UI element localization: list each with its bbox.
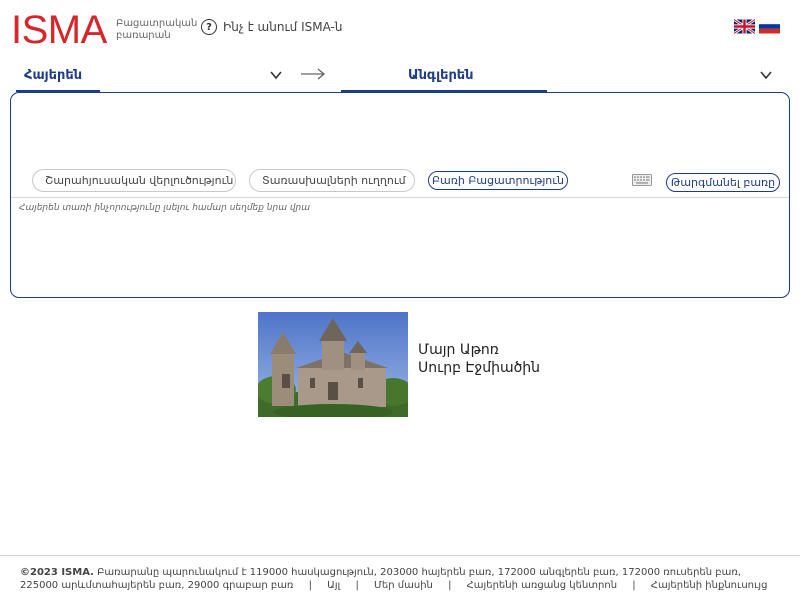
arrow-right-icon[interactable] (300, 67, 326, 81)
translation-editor: Շարահյուսական վերլուծություն abc Տառասխա… (10, 92, 790, 298)
footer-divider (0, 555, 800, 556)
feature-caption-line1: Մայր Աթոռ (418, 342, 499, 358)
target-language-label: Անգլերեն (408, 68, 474, 83)
chevron-down-icon[interactable] (270, 69, 282, 81)
spell-check-button[interactable]: abc Տառասխալների ուղղում (249, 169, 415, 192)
footer-link-other[interactable]: Այլ (327, 580, 340, 591)
pronunciation-hint: Հայերեն տառի ինչորությունը լսելու համար … (19, 203, 311, 213)
about-link[interactable]: ? Ինչ է անում ISMA-ն (201, 19, 342, 35)
logo-subtitle-line2: բառարան (116, 30, 171, 41)
footer-separator: | (632, 580, 636, 591)
spell-check-label: Տառասխալների ուղղում (262, 174, 406, 187)
word-explanation-label: Բառի Բացատրություն (431, 174, 565, 187)
isma-logo[interactable]: ISMA (11, 8, 107, 52)
chevron-down-icon[interactable] (760, 69, 772, 81)
footer-link-online-center[interactable]: Հայերենի առցանց կենտրոն (467, 580, 617, 591)
feature-caption[interactable]: Մայր Աթոռ Սուրբ Էջմիածին (418, 341, 540, 377)
syntax-analysis-label: Շարահյուսական վերլուծություն (45, 174, 234, 187)
word-explanation-button[interactable]: Բառի Բացատրություն (428, 171, 568, 190)
logo-subtitle: Բացատրական բառարան (116, 18, 200, 42)
keyboard-icon[interactable] (632, 174, 652, 186)
syntax-analysis-button[interactable]: Շարահյուսական վերլուծություն (32, 169, 236, 192)
russian-flag-icon[interactable] (759, 19, 780, 34)
editor-divider (11, 197, 789, 198)
footer-copyright: ©2023 ISMA. (20, 567, 94, 578)
footer-separator: | (355, 580, 359, 591)
footer-link-self-study[interactable]: Հայերենի ինքնուսույց (651, 580, 768, 591)
help-circle-icon: ? (201, 19, 217, 35)
cathedral-photo[interactable] (258, 312, 408, 417)
source-language-label: Հայերեն (24, 68, 83, 83)
footer: ©2023 ISMA. Բառարանը պարունակում է 11900… (20, 566, 780, 592)
about-link-label: Ինչ է անում ISMA-ն (223, 20, 343, 34)
english-flag-icon[interactable] (734, 19, 755, 34)
footer-separator: | (448, 580, 452, 591)
translate-word-label: Թարգմանել բառը (670, 176, 776, 189)
text-input-area[interactable] (11, 93, 789, 163)
footer-separator: | (308, 580, 312, 591)
footer-link-about[interactable]: Մեր մասին (374, 580, 433, 591)
target-language-tab[interactable]: Անգլերեն (341, 64, 547, 92)
language-selector-bar: Հայերեն Անգլերեն (0, 60, 800, 94)
language-flags (734, 19, 780, 34)
logo-subtitle-line1: Բացատրական (116, 18, 198, 29)
editor-toolbar: Շարահյուսական վերլուծություն abc Տառասխա… (11, 169, 789, 197)
feature-caption-line2: Սուրբ Էջմիածին (418, 360, 541, 376)
translate-word-button[interactable]: Թարգմանել բառը (666, 173, 780, 192)
source-language-tab[interactable]: Հայերեն (16, 64, 100, 92)
